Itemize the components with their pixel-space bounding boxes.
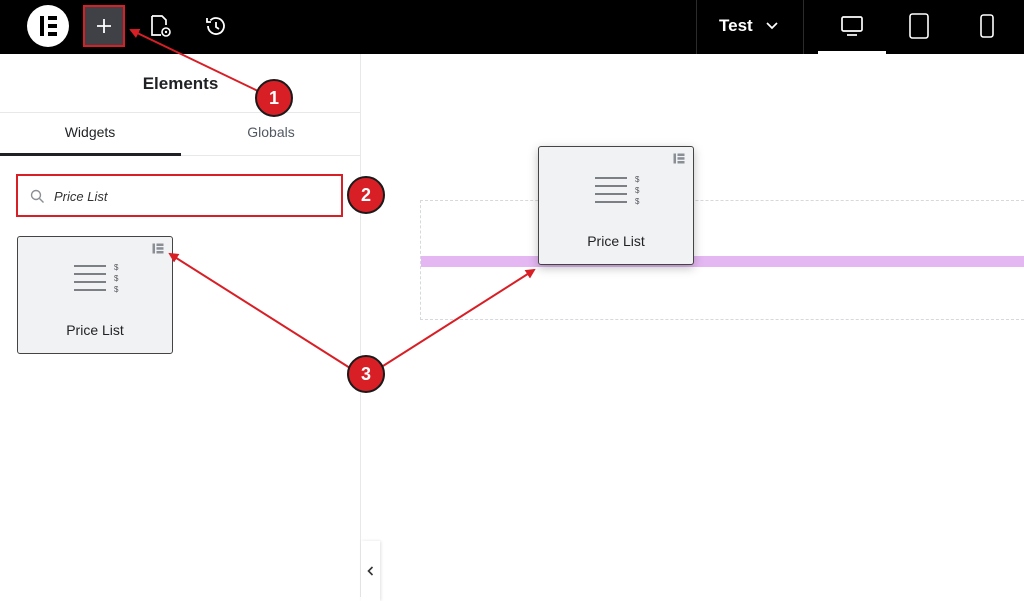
callout-badge: 3 — [347, 355, 385, 393]
svg-text:$: $ — [635, 186, 640, 195]
search-field[interactable] — [16, 174, 343, 217]
svg-text:$: $ — [635, 175, 640, 184]
tab-globals[interactable]: Globals — [181, 124, 361, 140]
add-element-button[interactable] — [83, 5, 125, 47]
mobile-icon[interactable] — [974, 13, 1000, 39]
page-settings-icon[interactable] — [147, 13, 173, 39]
chevron-left-icon — [367, 566, 374, 576]
active-device-indicator — [818, 51, 886, 54]
panel-title: Elements — [142, 74, 219, 93]
tab-widgets[interactable]: Widgets — [0, 124, 180, 140]
widget-price-list[interactable]: $ $ $ Price List — [17, 236, 173, 354]
dragged-widget-price-list[interactable]: $ $ $ Price List — [538, 146, 694, 265]
desktop-icon[interactable] — [839, 13, 865, 39]
widget-label: Price List — [66, 322, 124, 338]
search-input[interactable] — [54, 187, 324, 205]
search-icon — [30, 189, 44, 203]
chevron-down-icon[interactable] — [764, 18, 780, 34]
page-name[interactable]: Test — [719, 16, 753, 36]
collapse-panel-button[interactable] — [361, 541, 380, 601]
elementor-logo-icon[interactable] — [27, 5, 69, 47]
pro-badge-icon — [152, 243, 164, 254]
price-list-icon: $ $ $ — [74, 263, 119, 294]
svg-text:$: $ — [114, 285, 119, 294]
drop-indicator — [421, 256, 1024, 267]
svg-text:$: $ — [114, 274, 119, 283]
elements-panel: Elements Widgets Globals $ $ $ Price Lis… — [0, 54, 380, 601]
toolbar-divider — [803, 0, 804, 54]
tablet-icon[interactable] — [906, 13, 932, 39]
divider — [0, 112, 361, 113]
toolbar-divider — [696, 0, 697, 54]
price-list-icon: $ $ $ — [595, 175, 640, 206]
callout-badge: 1 — [255, 79, 293, 117]
pro-badge-icon — [673, 153, 685, 164]
widget-label: Price List — [587, 233, 645, 249]
history-icon[interactable] — [203, 13, 229, 39]
callout-badge: 2 — [347, 176, 385, 214]
active-tab-indicator — [0, 153, 181, 156]
top-toolbar: Test — [0, 0, 1024, 54]
svg-text:$: $ — [635, 197, 640, 206]
plus-icon — [97, 19, 111, 33]
svg-text:$: $ — [114, 263, 119, 272]
